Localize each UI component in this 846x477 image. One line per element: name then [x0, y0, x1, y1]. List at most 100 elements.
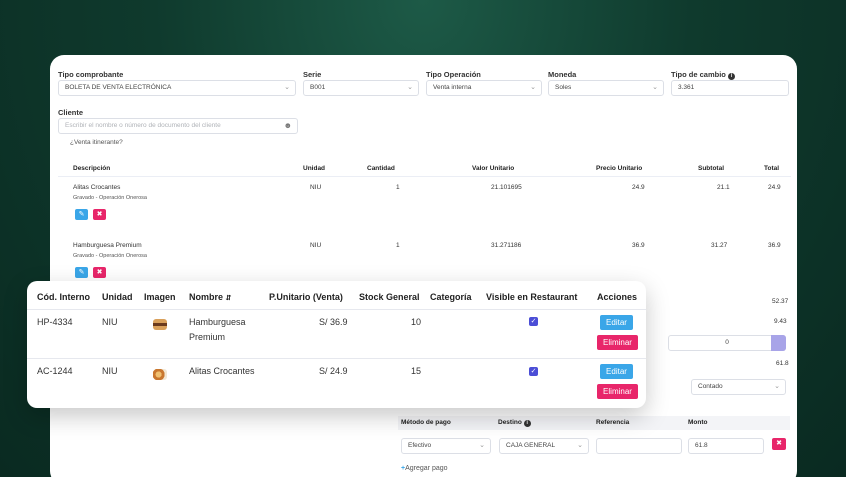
item-subtotal: 21.1	[717, 184, 730, 191]
product-stock: 15	[411, 366, 422, 376]
destino-select[interactable]: CAJA GENERAL ⌄	[499, 438, 589, 454]
delete-payment-button[interactable]: ✖	[772, 438, 786, 450]
destino-value: CAJA GENERAL	[506, 442, 556, 449]
metodo-pago-select[interactable]: Efectivo ⌄	[401, 438, 491, 454]
add-user-icon[interactable]: ☻	[284, 119, 292, 133]
tipo-operacion-select[interactable]: Venta interna ⌄	[426, 80, 542, 96]
chevron-down-icon: ⌄	[284, 84, 290, 91]
col-total: Total	[764, 165, 780, 172]
moneda-value: Soles	[555, 84, 572, 91]
trash-icon: ✖	[96, 269, 103, 276]
visible-checkbox[interactable]: ✓	[529, 367, 538, 376]
col-unidad: Unidad	[102, 292, 133, 302]
chevron-down-icon: ⌄	[774, 383, 780, 390]
item-unidad: NIU	[310, 184, 322, 191]
moneda-select[interactable]: Soles ⌄	[548, 80, 664, 96]
item-valor-unitario: 31.271186	[491, 242, 522, 249]
info-icon: i	[727, 73, 735, 80]
col-unidad: Unidad	[303, 165, 326, 172]
item-descripcion: Alitas Crocantes	[73, 184, 121, 191]
stepper-button[interactable]	[771, 335, 786, 351]
edit-icon: ✎	[78, 269, 85, 276]
tipo-comprobante-label: Tipo comprobante	[58, 70, 124, 79]
chevron-down-icon: ⌄	[407, 84, 413, 91]
item-unidad: NIU	[310, 242, 322, 249]
cliente-search-input[interactable]: Escribir el nombre o número de documento…	[58, 118, 298, 134]
delete-product-button[interactable]: Eliminar	[597, 384, 638, 399]
item-subtotal: 31.27	[711, 242, 728, 249]
tipo-operacion-value: Venta interna	[433, 84, 472, 91]
col-referencia: Referencia	[596, 419, 630, 426]
product-precio: S/ 36.9	[319, 317, 348, 327]
serie-label: Serie	[303, 70, 322, 79]
col-monto: Monto	[688, 419, 708, 426]
row-divider	[27, 358, 646, 359]
metodo-value: Efectivo	[408, 442, 432, 449]
trash-icon: ✖	[776, 440, 782, 447]
edit-product-button[interactable]: Editar	[600, 364, 633, 379]
tipo-cambio-input[interactable]: 3.361	[671, 80, 789, 96]
total-value-1: 52.37	[772, 298, 789, 305]
item-descripcion: Hamburguesa Premium	[73, 242, 142, 249]
col-visible: Visible en Restaurant	[486, 292, 578, 302]
item-precio-unitario: 36.9	[632, 242, 645, 249]
item-total: 36.9	[768, 242, 781, 249]
header-divider	[58, 176, 791, 177]
product-codigo: HP-4334	[37, 317, 73, 327]
item-nota: Gravado - Operación Onerosa	[73, 195, 147, 201]
condicion-value: Contado	[698, 383, 723, 390]
product-nombre: Hamburguesa Premium	[189, 317, 246, 342]
cliente-label: Cliente	[58, 108, 84, 117]
check-icon: ✓	[530, 318, 537, 325]
serie-value: B001	[310, 84, 326, 91]
col-descripcion: Descripción	[73, 165, 111, 172]
col-destino: Destino i	[498, 419, 531, 427]
condicion-select[interactable]: Contado ⌄	[691, 379, 786, 395]
products-table-panel: Cód. Interno Unidad Imagen Nombre ⇵ P.Un…	[27, 281, 646, 408]
edit-item-button[interactable]: ✎	[75, 267, 88, 278]
wings-image	[153, 369, 167, 380]
background-frame: Tipo comprobante Serie Tipo Operación Mo…	[0, 0, 846, 477]
col-valor-unitario: Valor Unitario	[472, 165, 515, 172]
monto-input[interactable]: 61.8	[688, 438, 764, 454]
delete-item-button[interactable]: ✖	[93, 267, 106, 278]
col-codigo-interno: Cód. Interno	[37, 292, 90, 302]
col-cantidad: Cantidad	[367, 165, 395, 172]
tipo-cambio-label: Tipo de cambio i	[671, 70, 735, 80]
edit-icon: ✎	[78, 211, 85, 218]
venta-itinerante-label[interactable]: ¿Venta itinerante?	[70, 139, 123, 146]
invoice-form-card: Tipo comprobante Serie Tipo Operación Mo…	[50, 55, 797, 477]
sort-icon: ⇵	[225, 295, 232, 302]
delete-item-button[interactable]: ✖	[93, 209, 106, 220]
chevron-down-icon: ⌄	[479, 442, 485, 449]
referencia-input[interactable]	[596, 438, 682, 454]
item-cantidad: 1	[396, 184, 400, 191]
col-acciones: Acciones	[597, 292, 638, 302]
product-nombre: Alitas Crocantes	[189, 366, 255, 376]
item-nota: Gravado - Operación Onerosa	[73, 253, 147, 259]
visible-checkbox[interactable]: ✓	[529, 317, 538, 326]
total-value-3: 61.8	[776, 360, 789, 367]
trash-icon: ✖	[96, 211, 103, 218]
col-nombre[interactable]: Nombre ⇵	[189, 292, 231, 302]
product-unidad: NIU	[102, 366, 118, 376]
edit-product-button[interactable]: Editar	[600, 315, 633, 330]
delete-product-button[interactable]: Eliminar	[597, 335, 638, 350]
item-precio-unitario: 24.9	[632, 184, 645, 191]
chevron-down-icon: ⌄	[652, 84, 658, 91]
total-adjust-input[interactable]: 0	[668, 335, 786, 351]
product-precio: S/ 24.9	[319, 366, 348, 376]
tipo-operacion-label: Tipo Operación	[426, 70, 481, 79]
product-codigo: AC-1244	[37, 366, 73, 376]
tipo-comprobante-select[interactable]: BOLETA DE VENTA ELECTRÓNICA ⌄	[58, 80, 296, 96]
col-categoria: Categoría	[430, 292, 472, 302]
serie-select[interactable]: B001 ⌄	[303, 80, 419, 96]
tipo-comprobante-value: BOLETA DE VENTA ELECTRÓNICA	[65, 84, 172, 91]
check-icon: ✓	[530, 368, 537, 375]
chevron-down-icon: ⌄	[577, 442, 583, 449]
edit-item-button[interactable]: ✎	[75, 209, 88, 220]
add-payment-link[interactable]: +Agregar pago	[401, 465, 448, 472]
total-value-2: 9.43	[774, 318, 787, 325]
chevron-down-icon: ⌄	[530, 84, 536, 91]
burger-image	[153, 319, 167, 330]
